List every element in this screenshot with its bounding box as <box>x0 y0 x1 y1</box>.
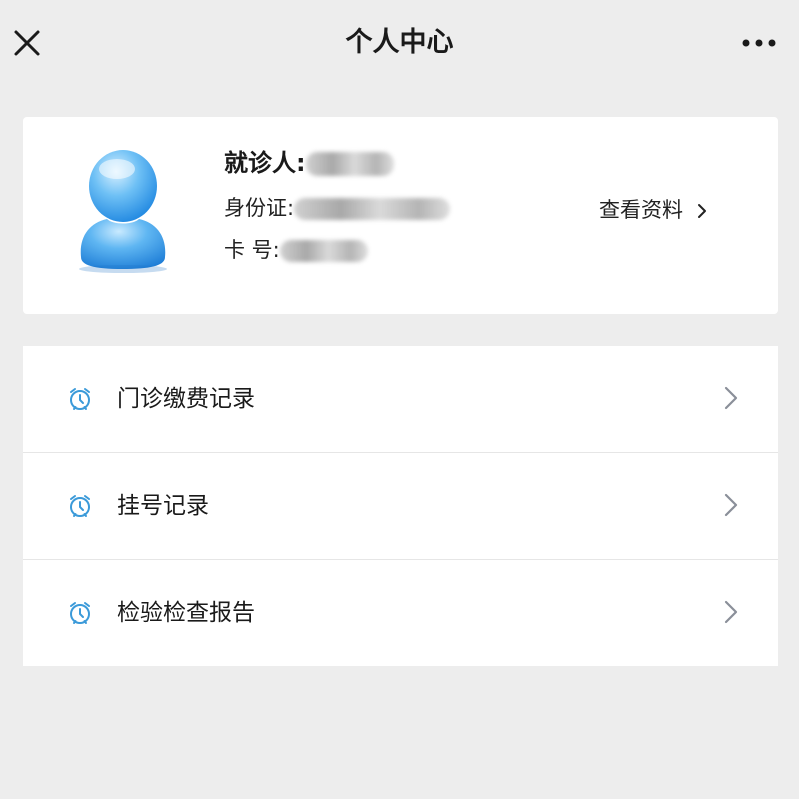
menu-item-label: 挂号记录 <box>117 493 209 519</box>
menu-item-outpatient-payment[interactable]: 门诊缴费记录 <box>23 346 778 453</box>
card-number-label: 卡 号: <box>224 238 280 262</box>
menu-item-registration-records[interactable]: 挂号记录 <box>23 453 778 560</box>
alarm-clock-icon <box>70 495 90 517</box>
patient-name-label: 就诊人: <box>224 149 306 177</box>
id-number-redacted <box>294 198 451 220</box>
more-dots-icon <box>742 39 776 47</box>
chevron-right-icon <box>697 204 706 218</box>
page-title: 个人中心 <box>345 27 454 58</box>
alarm-clock-icon <box>70 388 90 410</box>
patient-profile-card: 就诊人: 身份证: 卡 号: 查看资料 <box>23 117 778 314</box>
avatar <box>73 145 173 275</box>
view-profile-label: 查看资料 <box>599 198 683 222</box>
patient-name-row: 就诊人: <box>224 145 394 181</box>
chevron-right-icon <box>724 600 738 624</box>
menu-item-label: 门诊缴费记录 <box>117 386 255 412</box>
menu-item-lab-reports[interactable]: 检验检查报告 <box>23 560 778 666</box>
card-number-redacted <box>279 240 368 262</box>
close-button[interactable] <box>10 26 44 60</box>
id-number-row: 身份证: <box>224 191 451 225</box>
alarm-clock-icon <box>70 602 90 624</box>
view-profile-link[interactable]: 查看资料 <box>599 193 708 227</box>
menu-item-label: 检验检查报告 <box>117 600 255 626</box>
chevron-right-icon <box>724 493 738 517</box>
close-icon <box>14 30 40 56</box>
top-navigation-bar: 个人中心 <box>0 0 799 86</box>
card-number-row: 卡 号: <box>224 233 368 267</box>
user-avatar-icon <box>79 150 167 273</box>
records-menu: 门诊缴费记录 挂号记录 检验检查报告 <box>23 346 778 666</box>
chevron-right-icon <box>724 386 738 410</box>
id-number-label: 身份证: <box>224 196 295 220</box>
more-options-button[interactable] <box>738 26 780 60</box>
patient-name-redacted <box>305 152 394 176</box>
personal-center-page: 个人中心 就诊人: 身份证: 卡 号: 查看资料 门诊缴费记录 挂号记录 检验检… <box>0 0 799 799</box>
